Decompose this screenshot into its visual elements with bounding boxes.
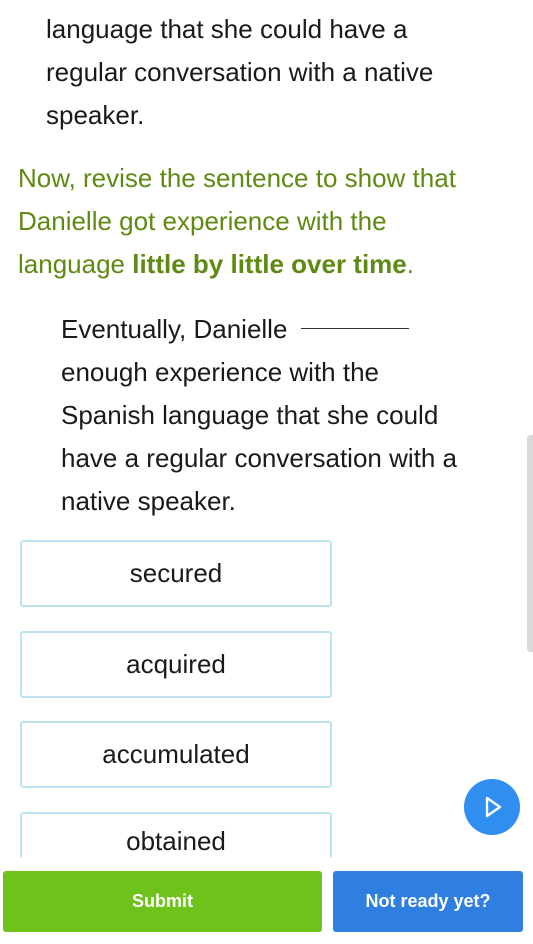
sentence-line: enough experience with the (61, 357, 380, 387)
instruction-line: Now, revise the sentence to show that (18, 163, 456, 193)
passage-line: language that she could have a (46, 14, 408, 44)
choice-acquired[interactable]: acquired (20, 631, 332, 698)
fill-in-sentence: Eventually, Danielle enough experience w… (61, 308, 516, 523)
play-icon (485, 796, 502, 818)
submit-button[interactable]: Submit (3, 871, 322, 932)
footer-bar: Submit Not ready yet? (0, 862, 533, 944)
choice-secured[interactable]: secured (20, 540, 332, 607)
choice-accumulated[interactable]: accumulated (20, 721, 332, 788)
not-ready-button[interactable]: Not ready yet? (333, 871, 523, 932)
passage-line: regular conversation with a native (46, 57, 434, 87)
audio-play-button[interactable] (464, 779, 520, 835)
question-page: language that she could have a regular c… (0, 0, 533, 944)
sentence-line: Spanish language that she could (61, 400, 439, 430)
sentence-line: have a regular conversation with a (61, 443, 458, 473)
instruction-line: language little by little over time. (18, 243, 523, 286)
instruction-emphasis: little by little over time (132, 249, 407, 279)
sentence-line: Eventually, Danielle (61, 308, 516, 351)
sentence-start: Eventually, Danielle (61, 314, 288, 344)
passage-fragment: language that she could have a regular c… (46, 8, 506, 137)
scrollbar-thumb[interactable] (527, 435, 533, 652)
instruction-segment: . (406, 249, 414, 279)
passage-line: speaker. (46, 100, 145, 130)
choice-obtained[interactable]: obtained (20, 812, 332, 857)
instruction-line: Danielle got experience with the (18, 206, 387, 236)
instruction-text: Now, revise the sentence to show that Da… (18, 157, 523, 286)
answer-blank (301, 308, 410, 329)
sentence-line: native speaker. (61, 486, 236, 516)
instruction-segment: language (18, 249, 133, 279)
